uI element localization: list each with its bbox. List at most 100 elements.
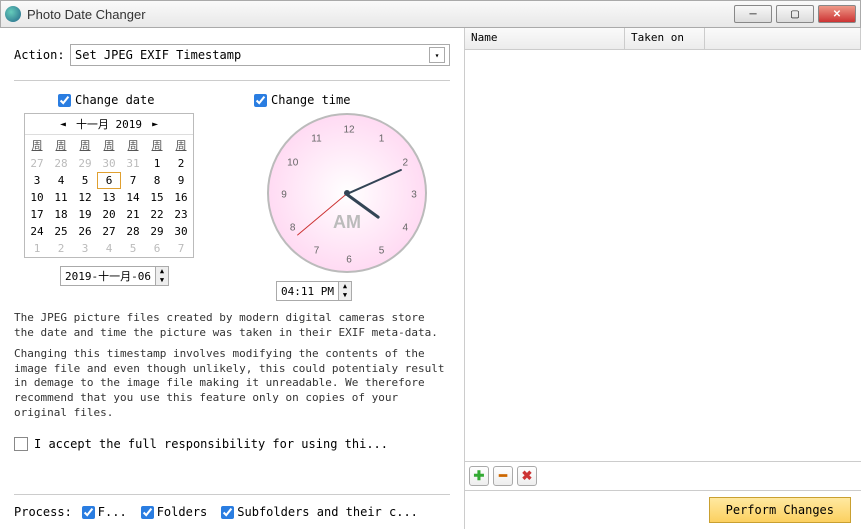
date-value: 2019-十一月-06 (61, 268, 155, 284)
action-dropdown[interactable]: Set JPEG EXIF Timestamp ▾ (70, 44, 450, 66)
delete-button[interactable]: ✖ (517, 466, 537, 486)
calendar-day[interactable]: 4 (49, 172, 73, 189)
clock-number: 1 (379, 133, 385, 144)
date-up[interactable]: ▲ (156, 267, 168, 276)
date-spinner[interactable]: 2019-十一月-06 ▲▼ (60, 266, 169, 286)
process-checkbox[interactable] (141, 506, 154, 519)
calendar-day[interactable]: 28 (121, 223, 145, 240)
calendar-day[interactable]: 6 (97, 172, 121, 189)
calendar-day[interactable]: 10 (25, 189, 49, 206)
table-column-header[interactable]: Name (465, 28, 625, 49)
clock-number: 12 (343, 125, 354, 136)
calendar-weekday: 周 (73, 135, 97, 155)
calendar-day[interactable]: 30 (169, 223, 193, 240)
table-column-header[interactable]: Taken on (625, 28, 705, 49)
process-item-label: F... (98, 505, 127, 519)
process-checkbox[interactable] (82, 506, 95, 519)
clock-number: 9 (281, 190, 287, 201)
process-item[interactable]: Subfolders and their c... (221, 505, 418, 519)
add-button[interactable]: ✚ (469, 466, 489, 486)
window-title: Photo Date Changer (27, 7, 734, 22)
minimize-button[interactable]: ─ (734, 5, 772, 23)
calendar-weekday: 周 (169, 135, 193, 155)
description-p1: The JPEG picture files created by modern… (14, 311, 450, 341)
calendar-day[interactable]: 29 (145, 223, 169, 240)
calendar-day[interactable]: 2 (49, 240, 73, 257)
calendar-day[interactable]: 25 (49, 223, 73, 240)
change-time-checkbox[interactable]: Change time (254, 93, 450, 107)
process-label: Process: (14, 505, 72, 519)
process-item-label: Folders (157, 505, 208, 519)
change-date-checkbox[interactable]: Change date (58, 93, 214, 107)
calendar[interactable]: ◄ 十一月 2019 ► 周周周周周周周27282930311234567891… (24, 113, 194, 258)
time-down[interactable]: ▼ (339, 291, 351, 300)
table-column-header[interactable] (705, 28, 861, 49)
time-up[interactable]: ▲ (339, 282, 351, 291)
perform-changes-button[interactable]: Perform Changes (709, 497, 851, 523)
change-date-label: Change date (75, 93, 154, 107)
calendar-day[interactable]: 5 (121, 240, 145, 257)
process-checkbox[interactable] (221, 506, 234, 519)
app-icon (5, 6, 21, 22)
calendar-day[interactable]: 13 (97, 189, 121, 206)
clock-number: 8 (290, 222, 296, 233)
calendar-day[interactable]: 27 (97, 223, 121, 240)
clock-center (344, 190, 350, 196)
calendar-day[interactable]: 29 (73, 155, 97, 172)
calendar-next[interactable]: ► (148, 119, 162, 130)
x-icon: ✖ (522, 468, 533, 484)
clock-number: 11 (311, 133, 321, 144)
calendar-day[interactable]: 30 (97, 155, 121, 172)
calendar-day[interactable]: 19 (73, 206, 97, 223)
calendar-day[interactable]: 2 (169, 155, 193, 172)
clock-number: 2 (403, 157, 409, 168)
calendar-day[interactable]: 24 (25, 223, 49, 240)
calendar-day[interactable]: 11 (49, 189, 73, 206)
clock-number: 5 (379, 246, 385, 257)
date-down[interactable]: ▼ (156, 276, 168, 285)
clock-number: 6 (346, 255, 352, 266)
calendar-day[interactable]: 18 (49, 206, 73, 223)
calendar-day[interactable]: 12 (73, 189, 97, 206)
remove-button[interactable]: ━ (493, 466, 513, 486)
process-item[interactable]: Folders (141, 505, 208, 519)
clock[interactable]: AM 121234567891011 (267, 113, 427, 273)
accept-checkbox[interactable] (14, 437, 28, 451)
calendar-day[interactable]: 5 (73, 172, 97, 189)
calendar-day[interactable]: 23 (169, 206, 193, 223)
change-time-input[interactable] (254, 94, 267, 107)
process-row: Process: F... Folders Subfolders and the… (14, 494, 450, 519)
calendar-day[interactable]: 3 (25, 172, 49, 189)
chevron-down-icon: ▾ (429, 47, 445, 63)
calendar-day[interactable]: 3 (73, 240, 97, 257)
clock-number: 10 (287, 157, 298, 168)
calendar-day[interactable]: 4 (97, 240, 121, 257)
calendar-day[interactable]: 16 (169, 189, 193, 206)
process-item[interactable]: F... (82, 505, 127, 519)
calendar-day[interactable]: 17 (25, 206, 49, 223)
calendar-day[interactable]: 31 (121, 155, 145, 172)
calendar-day[interactable]: 28 (49, 155, 73, 172)
calendar-weekday: 周 (49, 135, 73, 155)
calendar-day[interactable]: 15 (145, 189, 169, 206)
close-button[interactable]: ✕ (818, 5, 856, 23)
calendar-day[interactable]: 14 (121, 189, 145, 206)
calendar-day[interactable]: 20 (97, 206, 121, 223)
calendar-day[interactable]: 8 (145, 172, 169, 189)
calendar-day[interactable]: 9 (169, 172, 193, 189)
calendar-day[interactable]: 7 (169, 240, 193, 257)
calendar-day[interactable]: 22 (145, 206, 169, 223)
time-spinner[interactable]: 04:11 PM ▲▼ (276, 281, 352, 301)
calendar-prev[interactable]: ◄ (56, 119, 70, 130)
calendar-day[interactable]: 1 (145, 155, 169, 172)
calendar-day[interactable]: 7 (121, 172, 145, 189)
maximize-button[interactable]: ▢ (776, 5, 814, 23)
change-date-input[interactable] (58, 94, 71, 107)
calendar-day[interactable]: 21 (121, 206, 145, 223)
divider (14, 80, 450, 81)
clock-number: 4 (403, 222, 409, 233)
calendar-day[interactable]: 26 (73, 223, 97, 240)
calendar-day[interactable]: 27 (25, 155, 49, 172)
calendar-day[interactable]: 1 (25, 240, 49, 257)
calendar-day[interactable]: 6 (145, 240, 169, 257)
